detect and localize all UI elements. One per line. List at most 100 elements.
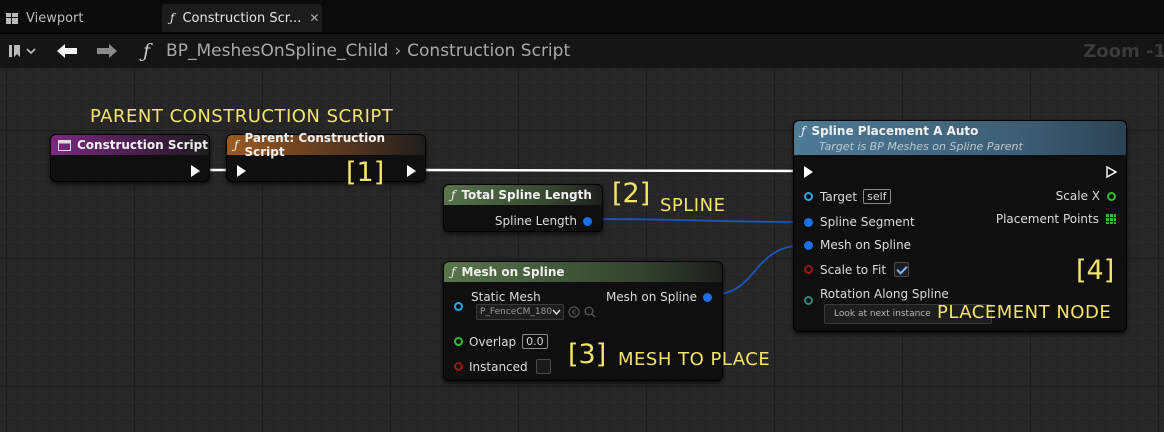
object-wire-mesh [709,244,807,296]
scale-to-fit-row: Scale to Fit [804,262,910,277]
tab-viewport-label: Viewport [26,10,84,26]
chevron-down-icon [26,48,36,55]
exec-wire-2 [413,168,806,173]
construction-script-title: Construction Script [77,138,208,152]
annotation-n3: [3] [568,339,607,370]
spline-placement-subtitle: Target is BP Meshes on Spline Parent [819,140,1023,153]
annotation-parent-caption: PARENT CONSTRUCTION SCRIPT [90,106,394,127]
zoom-indicator: Zoom -1 [1083,40,1164,62]
parent-construction-header: ƒ Parent: Construction Script [227,131,425,159]
bookmark-icon [9,45,20,57]
spline-segment-row: Spline Segment [804,215,915,229]
construction-script-header: Construction Script [51,135,209,155]
use-selected-icon[interactable] [568,306,580,318]
annotation-spline-caption: SPLINE [660,195,726,216]
static-mesh-label: Static Mesh [471,290,541,304]
back-button[interactable] [56,34,78,68]
arrow-left-icon [57,44,77,58]
scale-to-fit-in-pin[interactable] [804,265,813,274]
close-tab-icon[interactable]: ✕ [309,11,319,25]
target-value: self [863,189,891,204]
mesh-on-spline-in-pin[interactable] [804,240,813,250]
parent-construction-script-node[interactable]: ƒ Parent: Construction Script [226,131,426,182]
rotation-label: Rotation Along Spline [820,287,949,301]
toolbar: ƒ BP_MeshesOnSpline_Child › Construction… [0,34,1164,68]
object-wire-spline [587,218,807,223]
overlap-label: Overlap [469,334,517,349]
rotation-value: Look at next instance [834,309,931,319]
total-spline-length-title: Total Spline Length [461,188,592,202]
function-icon: ƒ [234,138,239,152]
spline-placement-title: Spline Placement A Auto [811,124,979,138]
instanced-checkbox[interactable] [535,359,551,374]
overlap-value-field[interactable]: 0.0 [522,334,548,349]
function-icon: ƒ [143,40,151,62]
tab-viewport[interactable]: Viewport [6,4,156,32]
chevron-right-icon: › [394,41,402,61]
spline-segment-label: Spline Segment [820,215,915,229]
scale-x-row: Scale X [1056,189,1116,203]
static-mesh-in-pin[interactable] [454,302,463,311]
annotation-n2: [2] [612,178,651,209]
forward-button[interactable] [96,34,118,68]
total-spline-length-header: ƒ Total Spline Length [444,185,602,205]
tab-construction-script[interactable]: ƒ Construction Scr... ✕ [162,4,322,32]
rotation-in-pin[interactable] [804,295,813,305]
function-icon: ƒ [451,265,456,279]
scale-to-fit-checkbox[interactable] [894,262,910,277]
mesh-on-spline-in-label: Mesh on Spline [820,238,912,252]
viewport-grid-icon [6,12,18,24]
annotation-n4: [4] [1076,255,1115,286]
overlap-row: Overlap 0.0 [454,334,548,349]
exec-in-pin[interactable] [237,165,246,177]
browse-search-icon[interactable] [584,306,596,318]
static-mesh-dropdown[interactable]: P_FenceCM_180 [476,304,564,320]
spline-segment-in-pin[interactable] [804,217,813,227]
target-in-pin[interactable] [804,192,813,201]
bookmark-dropdown-button[interactable] [8,34,36,68]
tab-bar: Viewport ƒ Construction Scr... ✕ [0,0,1164,34]
function-icon: ƒ [801,124,806,138]
mesh-on-spline-title: Mesh on Spline [461,265,565,279]
scale-x-out-pin[interactable] [1107,191,1116,201]
exec-out-pin[interactable] [407,165,416,177]
placement-points-row: Placement Points [996,212,1116,226]
spline-length-out-pin[interactable] [583,216,592,226]
exec-in-pin[interactable] [804,166,813,178]
exec-out-pin[interactable] [1106,166,1117,178]
mesh-on-spline-out-pin[interactable] [703,292,712,302]
spline-length-pin-row: Spline Length [495,214,592,228]
breadcrumb: ƒ BP_MeshesOnSpline_Child › Construction… [143,34,570,68]
function-icon: ƒ [170,11,175,25]
arrow-right-icon [97,44,117,58]
breadcrumb-blueprint[interactable]: BP_MeshesOnSpline_Child [166,41,388,61]
graph-canvas[interactable]: Construction Script ƒ Parent: Constructi… [0,68,1164,432]
event-icon [58,139,71,151]
array-pin-icon[interactable] [1106,214,1116,224]
instanced-label: Instanced [469,359,528,374]
static-mesh-value: P_FenceCM_180 [480,307,552,317]
mesh-on-spline-in-row: Mesh on Spline [804,238,911,252]
annotation-placement-caption: PLACEMENT NODE [937,302,1112,323]
scale-x-label: Scale X [1055,189,1100,203]
construction-script-node[interactable]: Construction Script [50,134,210,182]
annotation-n1: [1] [346,157,385,188]
mesh-on-spline-out-row: Mesh on Spline [606,290,712,304]
instanced-row: Instanced [454,359,551,374]
parent-construction-title: Parent: Construction Script [244,131,386,159]
instanced-in-pin[interactable] [454,362,463,371]
placement-points-label: Placement Points [995,212,1099,226]
mesh-on-spline-header: ƒ Mesh on Spline [444,262,722,282]
total-spline-length-node[interactable]: ƒ Total Spline Length Spline Length [443,184,603,232]
scale-to-fit-label: Scale to Fit [820,262,887,277]
spline-placement-header: ƒ Spline Placement A Auto Target is BP M… [794,121,1126,155]
mesh-on-spline-out-label: Mesh on Spline [605,290,697,304]
spline-placement-node[interactable]: ƒ Spline Placement A Auto Target is BP M… [793,120,1127,332]
rotation-row: Rotation Along Spline [804,287,949,305]
static-mesh-label-row: Static Mesh [471,290,541,304]
function-icon: ƒ [451,188,456,202]
annotation-mesh-caption: MESH TO PLACE [618,349,771,370]
overlap-in-pin[interactable] [454,337,463,346]
exec-out-pin[interactable] [191,165,200,177]
chevron-down-icon [552,309,561,315]
